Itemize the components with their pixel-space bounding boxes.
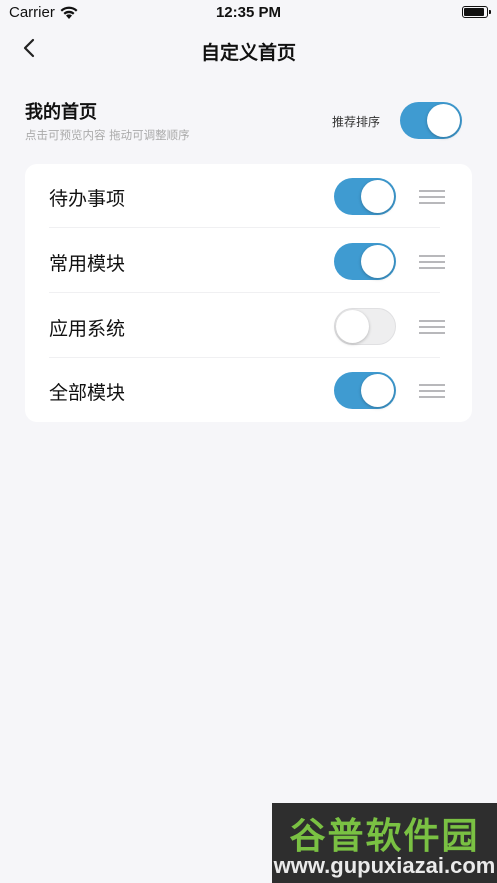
drag-handle-icon[interactable] [419,384,445,398]
module-toggle[interactable] [334,178,396,215]
page-title: 自定义首页 [200,42,296,64]
drag-handle-icon[interactable] [419,320,445,334]
drag-handle-icon[interactable] [419,255,445,269]
module-row[interactable]: 全部模块 [25,358,472,422]
section-title: 我的首页 [25,102,97,123]
module-row[interactable]: 应用系统 [25,294,472,358]
recommend-sort-toggle[interactable] [400,102,462,139]
module-toggle[interactable] [334,308,396,345]
module-row[interactable]: 常用模块 [25,229,472,293]
drag-handle-icon[interactable] [419,190,445,204]
module-list-card: 待办事项 常用模块 应用系统 全部模块 [25,164,472,422]
nav-bar: 自定义首页 [0,30,497,70]
watermark-title: 谷普软件园 [289,816,480,857]
section-subtitle: 点击可预览内容 拖动可调整顺序 [25,128,190,142]
watermark-logo: 谷普软件园 www.gupuxiazai.com [272,803,497,883]
recommend-sort-label: 推荐排序 [332,115,381,129]
battery-icon [462,6,491,18]
status-time: 12:35 PM [215,4,282,21]
divider [49,292,440,293]
watermark-url: www.gupuxiazai.com [273,853,496,878]
module-label: 应用系统 [49,318,126,340]
module-label: 全部模块 [49,382,126,404]
status-bar: Carrier 12:35 PM [0,0,497,26]
module-toggle[interactable] [334,243,396,280]
module-row[interactable]: 待办事项 [25,164,472,228]
module-label: 待办事项 [49,188,126,210]
divider [49,227,440,228]
module-toggle[interactable] [334,372,396,409]
module-label: 常用模块 [49,253,126,275]
